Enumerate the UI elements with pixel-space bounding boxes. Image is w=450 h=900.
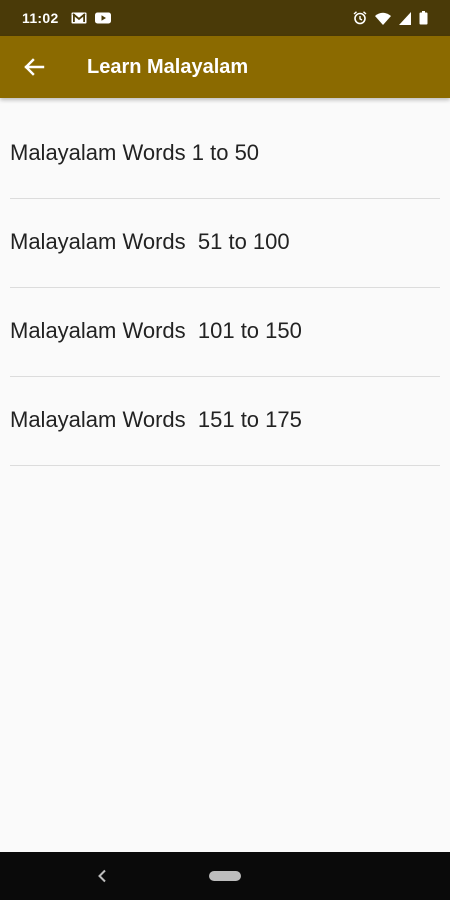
list-item-words-151-175[interactable]: Malayalam Words 151 to 175 — [10, 377, 440, 466]
battery-icon — [419, 11, 428, 25]
status-time: 11:02 — [22, 10, 59, 26]
signal-icon — [399, 11, 411, 25]
list-item-label: Malayalam Words 101 to 150 — [10, 318, 302, 343]
back-button[interactable] — [10, 43, 58, 91]
nav-back-button[interactable] — [92, 866, 112, 886]
list-item-words-1-50[interactable]: Malayalam Words 1 to 50 — [10, 110, 440, 199]
status-bar: 11:02 — [0, 0, 450, 36]
system-nav-bar — [0, 852, 450, 900]
list-item-label: Malayalam Words 1 to 50 — [10, 140, 260, 165]
arrow-left-icon — [24, 58, 45, 76]
app-bar: Learn Malayalam — [0, 36, 450, 98]
status-right-icons — [353, 11, 428, 25]
youtube-icon — [94, 12, 111, 24]
home-pill-icon[interactable] — [209, 871, 241, 881]
page-title: Learn Malayalam — [87, 55, 249, 78]
word-list: Malayalam Words 1 to 50 Malayalam Words … — [0, 110, 450, 466]
gmail-icon — [71, 12, 87, 24]
list-item-words-101-150[interactable]: Malayalam Words 101 to 150 — [10, 288, 440, 377]
wifi-icon — [375, 12, 391, 25]
alarm-icon — [353, 11, 367, 25]
list-item-words-51-100[interactable]: Malayalam Words 51 to 100 — [10, 199, 440, 288]
list-item-label: Malayalam Words 151 to 175 — [10, 407, 302, 432]
list-item-label: Malayalam Words 51 to 100 — [10, 229, 290, 254]
status-left-icons — [71, 12, 111, 24]
chevron-left-icon — [98, 869, 106, 883]
